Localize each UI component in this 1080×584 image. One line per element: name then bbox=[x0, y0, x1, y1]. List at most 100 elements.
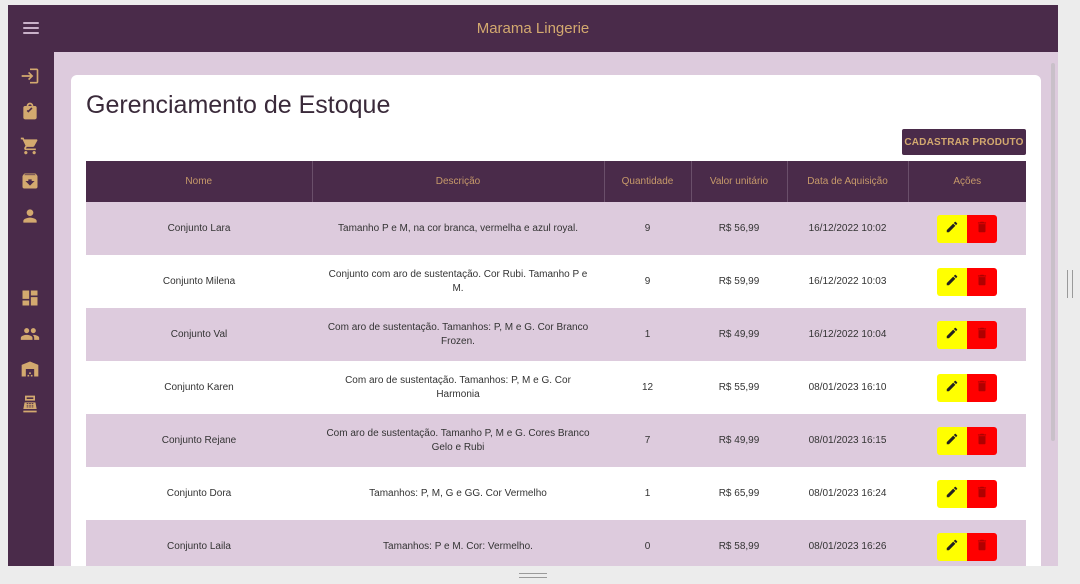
cell-nome: Conjunto Val bbox=[170, 328, 228, 340]
cell-descricao: Tamanhos: P, M, G e GG. Cor Vermelho bbox=[369, 487, 547, 499]
cart-icon[interactable] bbox=[20, 136, 40, 156]
page-title: Gerenciamento de Estoque bbox=[86, 91, 391, 119]
header-quantidade[interactable]: Quantidade bbox=[604, 161, 692, 202]
pencil-icon bbox=[945, 485, 959, 502]
cell-data: 16/12/2022 10:02 bbox=[808, 222, 887, 234]
cell-acoes bbox=[908, 202, 1026, 255]
delete-button[interactable] bbox=[967, 267, 997, 296]
edit-button[interactable] bbox=[937, 320, 967, 349]
delete-button[interactable] bbox=[967, 479, 997, 508]
add-product-button[interactable]: CADASTRAR PRODUTO bbox=[902, 129, 1026, 155]
header-nome[interactable]: Nome bbox=[86, 161, 313, 202]
cell-acoes bbox=[908, 308, 1026, 361]
cell-acoes bbox=[908, 361, 1026, 414]
cell-nome: Conjunto Milena bbox=[162, 275, 236, 287]
table-row: Conjunto Rejane Com aro de sustentação. T… bbox=[86, 414, 1026, 467]
cell-descricao: Com aro de sustentação. Tamanhos: P, M e… bbox=[345, 374, 571, 400]
table-body: Conjunto Lara Tamanho P e M, na cor branc… bbox=[86, 202, 1026, 566]
cell-data: 16/12/2022 10:03 bbox=[808, 275, 887, 287]
pencil-icon bbox=[945, 379, 959, 396]
cell-data: 08/01/2023 16:24 bbox=[808, 487, 887, 499]
resize-grip-horizontal[interactable] bbox=[519, 573, 547, 578]
pencil-icon bbox=[945, 220, 959, 237]
cell-quantidade: 9 bbox=[644, 222, 651, 234]
table-row: Conjunto Dora Tamanhos: P, M, G e GG. Cor… bbox=[86, 467, 1026, 520]
trash-icon bbox=[975, 485, 989, 502]
cell-acoes bbox=[908, 255, 1026, 308]
person-icon[interactable] bbox=[20, 206, 40, 226]
delete-button[interactable] bbox=[967, 426, 997, 455]
cell-valor: R$ 58,99 bbox=[718, 540, 760, 552]
pencil-icon bbox=[945, 273, 959, 290]
cell-nome: Conjunto Karen bbox=[164, 381, 234, 393]
shopping-bag-icon[interactable] bbox=[20, 101, 40, 121]
header-data[interactable]: Data de Aquisição bbox=[787, 161, 909, 202]
cell-descricao: Tamanhos: P e M. Cor: Vermelho. bbox=[383, 540, 533, 552]
cell-valor: R$ 65,99 bbox=[718, 487, 760, 499]
cell-quantidade: 1 bbox=[644, 328, 651, 340]
cell-quantidade: 9 bbox=[644, 275, 651, 287]
delete-button[interactable] bbox=[967, 373, 997, 402]
cell-data: 08/01/2023 16:26 bbox=[808, 540, 887, 552]
cell-valor: R$ 56,99 bbox=[718, 222, 760, 234]
trash-icon bbox=[975, 220, 989, 237]
pencil-icon bbox=[945, 432, 959, 449]
cell-nome: Conjunto Dora bbox=[166, 487, 232, 499]
table-header-row: Nome Descrição Quantidade Valor unitário… bbox=[86, 161, 1026, 202]
cell-acoes bbox=[908, 414, 1026, 467]
row-actions bbox=[920, 214, 1014, 243]
table-row: Conjunto Karen Com aro de sustentação. Ta… bbox=[86, 361, 1026, 414]
stock-card: Gerenciamento de Estoque CADASTRAR PRODU… bbox=[71, 75, 1041, 566]
row-actions bbox=[920, 373, 1014, 402]
cell-quantidade: 7 bbox=[644, 434, 651, 446]
login-icon[interactable] bbox=[20, 66, 40, 86]
top-app-bar: Marama Lingerie bbox=[8, 5, 1058, 52]
cell-descricao: Com aro de sustentação. Tamanho P, M e G… bbox=[326, 427, 590, 453]
header-acoes: Ações bbox=[908, 161, 1026, 202]
stock-table: Nome Descrição Quantidade Valor unitário… bbox=[86, 161, 1026, 566]
trash-icon bbox=[975, 538, 989, 555]
cell-data: 16/12/2022 10:04 bbox=[808, 328, 887, 340]
cell-nome: Conjunto Laila bbox=[167, 540, 231, 552]
warehouse-icon[interactable] bbox=[20, 359, 40, 379]
stock-table-wrapper: Nome Descrição Quantidade Valor unitário… bbox=[86, 161, 1026, 566]
delete-button[interactable] bbox=[967, 320, 997, 349]
resize-grip-vertical[interactable] bbox=[1067, 270, 1073, 298]
row-actions bbox=[920, 320, 1014, 349]
content-area: Gerenciamento de Estoque CADASTRAR PRODU… bbox=[54, 52, 1058, 566]
cash-register-icon[interactable] bbox=[20, 394, 40, 414]
cell-acoes bbox=[908, 520, 1026, 566]
vertical-scrollbar[interactable] bbox=[1051, 63, 1055, 441]
cell-descricao: Conjunto com aro de sustentação. Cor Rub… bbox=[328, 268, 588, 294]
trash-icon bbox=[975, 379, 989, 396]
delete-button[interactable] bbox=[967, 532, 997, 561]
edit-button[interactable] bbox=[937, 214, 967, 243]
cell-descricao: Com aro de sustentação. Tamanhos: P, M e… bbox=[327, 321, 589, 347]
cell-valor: R$ 49,99 bbox=[718, 434, 760, 446]
header-valor[interactable]: Valor unitário bbox=[691, 161, 788, 202]
cell-acoes bbox=[908, 467, 1026, 520]
sidebar bbox=[8, 52, 54, 566]
cell-quantidade: 1 bbox=[644, 487, 651, 499]
cell-descricao: Tamanho P e M, na cor branca, vermelha e… bbox=[338, 222, 578, 234]
archive-icon[interactable] bbox=[20, 171, 40, 191]
table-row: Conjunto Val Com aro de sustentação. Tama… bbox=[86, 308, 1026, 361]
edit-button[interactable] bbox=[937, 532, 967, 561]
edit-button[interactable] bbox=[937, 267, 967, 296]
people-icon[interactable] bbox=[20, 324, 40, 344]
table-row: Conjunto Laila Tamanhos: P e M. Cor: Verm… bbox=[86, 520, 1026, 566]
pencil-icon bbox=[945, 326, 959, 343]
row-actions bbox=[920, 267, 1014, 296]
edit-button[interactable] bbox=[937, 373, 967, 402]
header-descricao[interactable]: Descrição bbox=[312, 161, 605, 202]
edit-button[interactable] bbox=[937, 479, 967, 508]
row-actions bbox=[920, 426, 1014, 455]
cell-valor: R$ 49,99 bbox=[718, 328, 760, 340]
row-actions bbox=[920, 479, 1014, 508]
table-row: Conjunto Lara Tamanho P e M, na cor branc… bbox=[86, 202, 1026, 255]
pencil-icon bbox=[945, 538, 959, 555]
dashboard-icon[interactable] bbox=[20, 288, 40, 308]
cell-valor: R$ 55,99 bbox=[718, 381, 760, 393]
edit-button[interactable] bbox=[937, 426, 967, 455]
delete-button[interactable] bbox=[967, 214, 997, 243]
